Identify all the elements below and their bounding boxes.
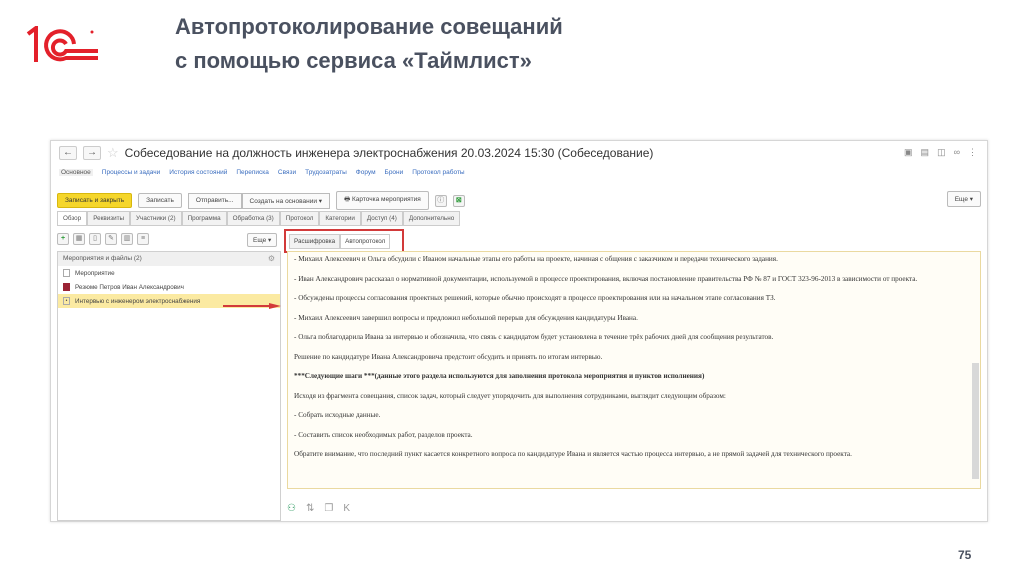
list-item-label: Мероприятие (75, 269, 115, 277)
delete-icon[interactable]: ▥ (121, 233, 133, 245)
favorite-star-icon[interactable]: ☆ (107, 145, 119, 161)
link-correspondence[interactable]: Переписка (236, 169, 269, 176)
link-relations[interactable]: Связи (278, 169, 296, 176)
bottom-icons: ⚇ ⇅ ❐ K (287, 503, 350, 514)
transcript-subtabs: Расшифровка Автопротокол (284, 229, 404, 253)
add-icon[interactable]: + (57, 233, 69, 245)
tab-requisites[interactable]: Реквизиты (87, 211, 131, 225)
list-item[interactable]: Мероприятие (58, 266, 280, 280)
edit-icon[interactable]: ✎ (105, 233, 117, 245)
menu-icon[interactable]: ⋮ (968, 147, 977, 158)
toolbar: Записать и закрыть Записать Отправить...… (57, 191, 465, 210)
link-work-log[interactable]: Протокол работы (412, 169, 464, 176)
link-icon[interactable]: ∞ (954, 147, 960, 158)
window-title: Собеседование на должность инженера элек… (124, 146, 654, 160)
list-item[interactable]: Резюме Петров Иван Александрович (58, 280, 280, 294)
copy-icon[interactable]: ▦ (73, 233, 85, 245)
sort-icon[interactable]: ⇅ (306, 503, 314, 514)
printer-icon: 🖶 (344, 196, 353, 203)
file-icon[interactable]: ▯ (89, 233, 101, 245)
link-history[interactable]: История состояний (169, 169, 227, 176)
participants-icon[interactable]: ⚇ (287, 503, 296, 514)
files-toolbar: + ▦ ▯ ✎ ▥ ≡ (57, 233, 149, 245)
tab-access[interactable]: Доступ (4) (360, 211, 403, 225)
list-item-label: Интервью с инженером электроснабжения (75, 297, 201, 305)
tab-additional[interactable]: Дополнительно (402, 211, 461, 225)
list-icon[interactable]: ≡ (137, 233, 149, 245)
link-bookings[interactable]: Брони (385, 169, 404, 176)
protocol-paragraph: - Иван Александрович рассказал о нормати… (294, 274, 918, 283)
back-button[interactable]: ← (59, 146, 77, 160)
link-processes[interactable]: Процессы и задачи (102, 169, 160, 176)
info-icon[interactable]: ⓘ (434, 194, 447, 207)
excel-icon[interactable]: ⊠ (452, 194, 465, 207)
save-close-button[interactable]: Записать и закрыть (57, 193, 133, 208)
files-more-button[interactable]: Еще ▾ (247, 233, 278, 247)
tab-autoprotocol[interactable]: Автопротокол (340, 233, 391, 249)
protocol-paragraph: - Собрать исходные данные. (294, 411, 381, 419)
slide-title: Автопротоколирование совещаний с помощью … (175, 14, 563, 73)
protocol-heading: ***Следующие шаги ***(данные этого разде… (294, 372, 705, 380)
protocol-paragraph: Решение по кандидатуре Ивана Александров… (294, 352, 603, 361)
send-button[interactable]: Отправить... (187, 192, 242, 209)
link-labor[interactable]: Трудозатраты (305, 169, 347, 176)
link-main[interactable]: Основное (59, 169, 93, 176)
tab-transcript[interactable]: Расшифровка (289, 233, 341, 249)
protocol-paragraph: - Михаил Алексеевич и Ольга обсудили с И… (294, 255, 778, 263)
tab-overview[interactable]: Обзор (57, 211, 88, 225)
protocol-paragraph: - Ольга поблагодарила Ивана за интервью … (294, 333, 774, 341)
protocol-paragraph: - Обсуждены процессы согласования проект… (294, 294, 776, 302)
preview-icon[interactable]: ◫ (937, 147, 946, 158)
print-icon[interactable]: ▤ (921, 147, 930, 158)
tab-processing[interactable]: Обработка (3) (226, 211, 280, 225)
red-arrow-icon (223, 303, 281, 309)
audio-icon: • (63, 297, 70, 305)
files-header: Мероприятия и файлы (2) ⚙ (58, 252, 280, 266)
files-header-label: Мероприятия и файлы (2) (63, 255, 142, 262)
tab-participants[interactable]: Участники (2) (130, 211, 182, 225)
title-bar: ← → ☆ Собеседование на должность инженер… (59, 145, 653, 161)
autoprotocol-text[interactable]: - Михаил Алексеевич и Ольга обсудили с И… (287, 251, 981, 489)
page-number: 75 (958, 548, 972, 562)
create-based-button[interactable]: Создать на основании ▾ (241, 192, 331, 209)
tab-categories[interactable]: Категории (319, 211, 361, 225)
scrollbar[interactable] (972, 363, 979, 479)
save-icon[interactable]: ▣ (904, 147, 913, 158)
event-icon (63, 269, 70, 277)
logo-1c (26, 24, 101, 66)
settings-icon[interactable]: ⚙ (268, 254, 275, 263)
window-icons: ▣ ▤ ◫ ∞ ⋮ (904, 147, 977, 158)
files-panel: Мероприятия и файлы (2) ⚙ Мероприятие Рез… (57, 251, 281, 521)
forward-button[interactable]: → (83, 146, 101, 160)
more-button[interactable]: Еще ▾ (946, 191, 981, 207)
list-item-label: Резюме Петров Иван Александрович (75, 283, 184, 291)
save-button[interactable]: Записать (138, 193, 182, 208)
copy-docs-icon[interactable]: ❐ (324, 503, 333, 514)
k-icon[interactable]: K (343, 503, 350, 514)
protocol-paragraph: - Составить список необходимых работ, ра… (294, 430, 473, 439)
link-forum[interactable]: Форум (356, 169, 376, 176)
protocol-paragraph: Обратите внимание, что последний пункт к… (294, 450, 852, 458)
protocol-paragraph: Исходя из фрагмента совещания, список за… (294, 391, 726, 400)
event-card-button[interactable]: 🖶 Карточка мероприятия (336, 191, 429, 210)
tab-protocol[interactable]: Протокол (279, 211, 320, 225)
resume-icon (63, 283, 70, 291)
tab-program[interactable]: Программа (181, 211, 227, 225)
protocol-paragraph: - Михаил Алексеевич завершил вопросы и п… (294, 313, 638, 322)
event-card-label: Карточка мероприятия (352, 196, 421, 203)
section-links: Основное Процессы и задачи История состо… (59, 169, 465, 176)
document-window: ← → ☆ Собеседование на должность инженер… (50, 140, 988, 522)
tabs: Обзор Реквизиты Участники (2) Программа … (57, 211, 461, 226)
